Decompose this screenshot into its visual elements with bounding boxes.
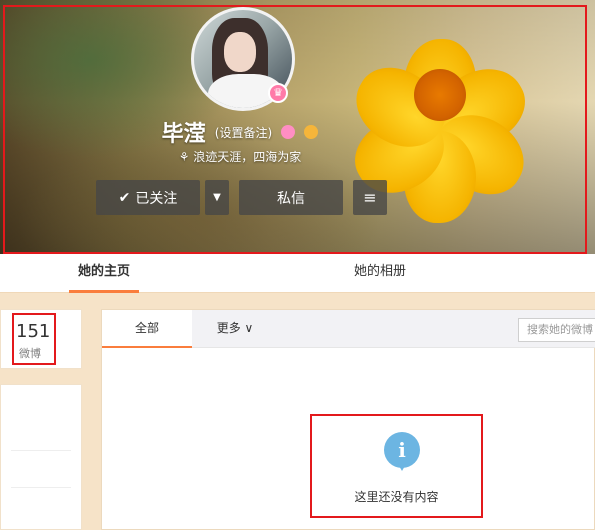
profile-tab-bar: 她的主页 她的相册 [0,254,595,293]
sidebar-divider [11,450,71,451]
feed-filter-bar: 全部 更多 ∨ 搜索她的微博 [102,310,595,348]
sidebar-card [0,384,82,530]
annotation-box-header [3,5,587,254]
feed-search-input[interactable]: 搜索她的微博 [518,318,595,342]
tab-home[interactable]: 她的主页 [69,254,139,293]
annotation-box-empty [310,414,483,518]
sidebar-divider [11,487,71,488]
tab-album[interactable]: 她的相册 [340,254,420,293]
feed-tab-all[interactable]: 全部 [102,310,192,348]
feed-tab-more[interactable]: 更多 ∨ [210,310,260,348]
annotation-box-count [12,313,56,365]
